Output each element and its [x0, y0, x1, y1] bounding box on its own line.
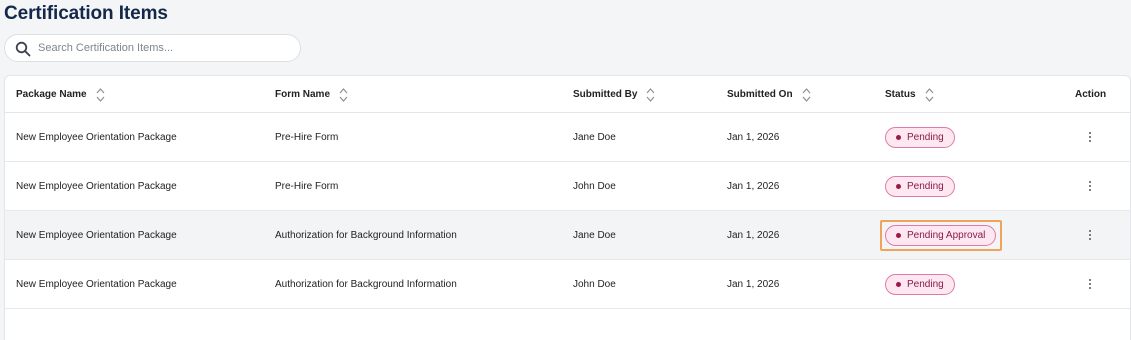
submitted-on-cell: Jan 1, 2026 [727, 180, 780, 192]
status-cell: Pending [885, 113, 955, 161]
status-dot-icon [896, 183, 901, 189]
status-label: Pending Approval [907, 229, 986, 241]
status-badge-highlighted[interactable]: Pending Approval [880, 219, 1003, 251]
table-header: Package Name Form Name Submitted By Subm… [5, 76, 1130, 113]
column-header-form-name[interactable]: Form Name [275, 76, 348, 113]
action-cell [1083, 162, 1097, 210]
submitted-on-cell: Jan 1, 2026 [727, 278, 780, 290]
column-header-status[interactable]: Status [885, 76, 934, 113]
package-name-cell: New Employee Orientation Package [16, 229, 177, 241]
status-cell: Pending [885, 260, 955, 308]
form-name-cell: Authorization for Background Information [275, 229, 457, 241]
submitted-by-cell: John Doe [573, 180, 616, 192]
status-label: Pending [907, 131, 944, 143]
column-label: Form Name [275, 89, 331, 100]
status-dot-icon [896, 281, 901, 287]
package-name-cell: New Employee Orientation Package [16, 180, 177, 192]
column-header-action: Action [1075, 76, 1106, 113]
status-cell: Pending Approval [880, 211, 1003, 259]
status-badge: Pending [885, 175, 955, 197]
submitted-by-cell: John Doe [573, 278, 616, 290]
action-cell [1083, 260, 1097, 308]
form-name-cell: Pre-Hire Form [275, 131, 339, 143]
package-name-cell: New Employee Orientation Package [16, 278, 177, 290]
package-name-cell: New Employee Orientation Package [16, 131, 177, 143]
sort-icon[interactable] [646, 87, 655, 103]
kebab-menu-icon[interactable] [1083, 274, 1097, 294]
kebab-menu-icon[interactable] [1083, 225, 1097, 245]
sort-icon[interactable] [96, 87, 105, 103]
status-dot-icon [896, 232, 901, 238]
status-label: Pending [907, 278, 944, 290]
table-row[interactable]: New Employee Orientation Package Authori… [5, 211, 1130, 260]
status-badge: Pending Approval [885, 224, 997, 246]
status-label: Pending [907, 180, 944, 192]
column-label: Status [885, 89, 916, 100]
table-row[interactable]: New Employee Orientation Package Authori… [5, 260, 1130, 309]
column-label: Submitted By [573, 89, 638, 100]
sort-icon[interactable] [925, 87, 934, 103]
search-box[interactable] [4, 34, 301, 62]
form-name-cell: Pre-Hire Form [275, 180, 339, 192]
page-title: Certification Items [4, 3, 168, 24]
action-cell [1083, 113, 1097, 161]
column-label: Package Name [16, 89, 87, 100]
form-name-cell: Authorization for Background Information [275, 278, 457, 290]
submitted-on-cell: Jan 1, 2026 [727, 229, 780, 241]
submitted-by-cell: Jane Doe [573, 131, 616, 143]
status-badge: Pending [885, 273, 955, 295]
column-label: Action [1075, 89, 1107, 100]
table-row[interactable]: New Employee Orientation Package Pre-Hir… [5, 113, 1130, 162]
sort-icon[interactable] [339, 87, 348, 103]
column-header-submitted-on[interactable]: Submitted On [727, 76, 811, 113]
column-header-package-name[interactable]: Package Name [16, 76, 105, 113]
status-dot-icon [896, 134, 901, 140]
column-header-submitted-by[interactable]: Submitted By [573, 76, 655, 113]
sort-icon[interactable] [802, 87, 811, 103]
search-icon [15, 41, 31, 57]
submitted-by-cell: Jane Doe [573, 229, 616, 241]
action-cell [1083, 211, 1097, 259]
table-row[interactable]: New Employee Orientation Package Pre-Hir… [5, 162, 1130, 211]
search-input[interactable] [38, 39, 288, 57]
submitted-on-cell: Jan 1, 2026 [727, 131, 780, 143]
status-badge: Pending [885, 126, 955, 148]
certification-table: Package Name Form Name Submitted By Subm… [4, 75, 1131, 340]
column-label: Submitted On [727, 89, 793, 100]
kebab-menu-icon[interactable] [1083, 127, 1097, 147]
kebab-menu-icon[interactable] [1083, 176, 1097, 196]
status-cell: Pending [885, 162, 955, 210]
